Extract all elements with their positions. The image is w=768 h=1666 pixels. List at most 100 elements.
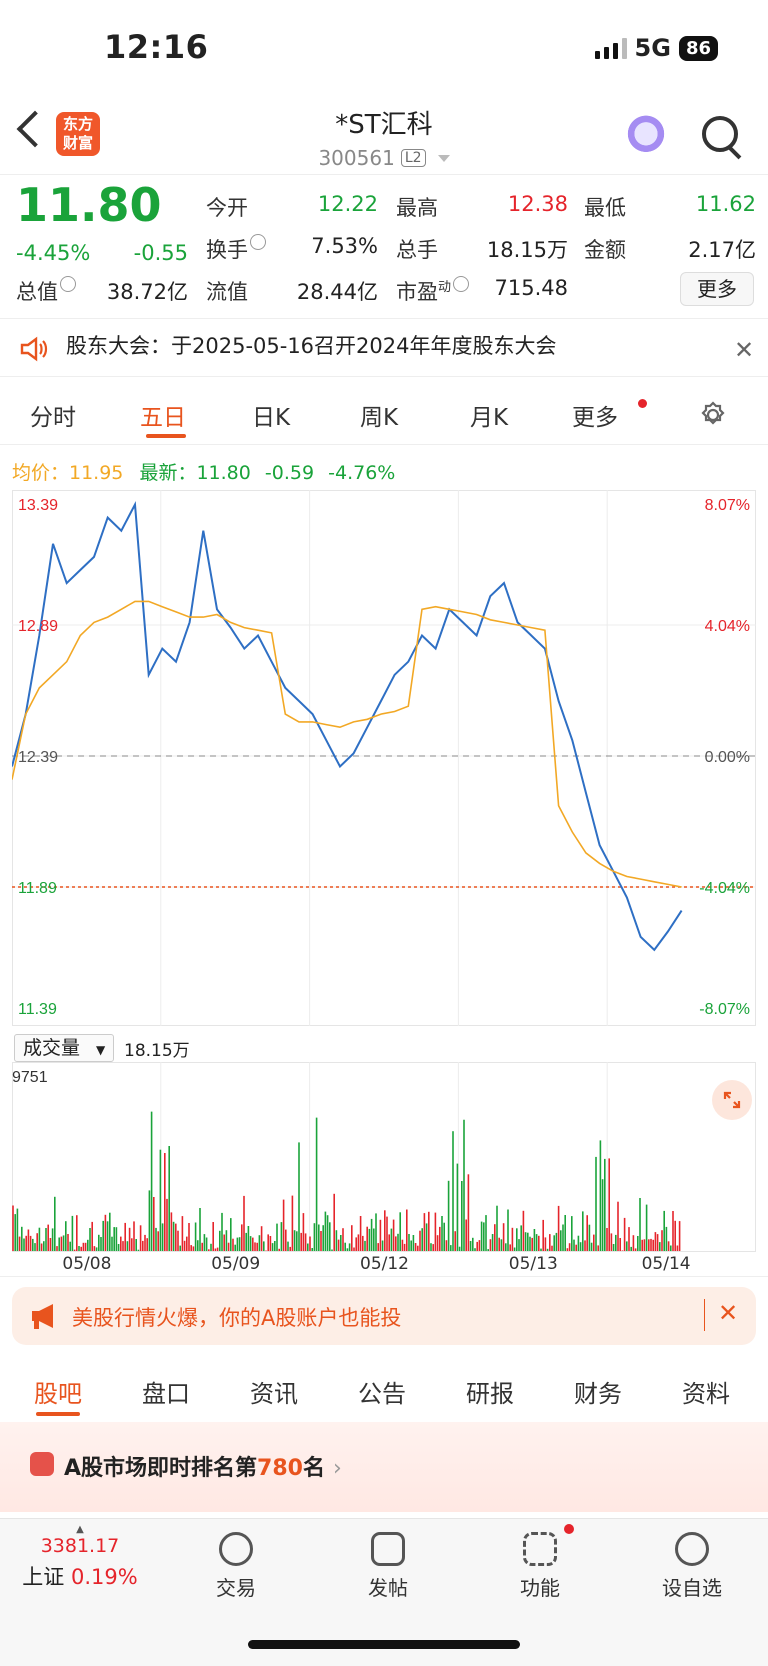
tab-minute[interactable]: 分时 bbox=[30, 398, 76, 432]
tab-guba[interactable]: 股吧 bbox=[34, 1374, 82, 1409]
date-tick: 05/08 bbox=[62, 1254, 112, 1274]
chevron-down-icon[interactable] bbox=[437, 154, 450, 162]
mktcap-label-text: 总值 bbox=[16, 280, 58, 304]
volume-selector[interactable]: 成交量 ▼ bbox=[14, 1034, 115, 1062]
tab-more[interactable]: 更多 bbox=[572, 398, 618, 432]
stock-code: 300561 bbox=[318, 146, 395, 170]
tab-research[interactable]: 研报 bbox=[466, 1374, 514, 1409]
tab-pankou[interactable]: 盘口 bbox=[142, 1374, 190, 1409]
tabbar-trade[interactable]: 交易 bbox=[186, 1532, 286, 1601]
ranking-banner[interactable]: A股市场即时排名第780名 › bbox=[0, 1422, 768, 1512]
megaphone-icon bbox=[28, 1301, 62, 1331]
date-tick: 05/14 bbox=[641, 1254, 691, 1274]
amount-label: 金额 bbox=[584, 238, 626, 262]
edit-icon bbox=[371, 1532, 405, 1566]
info-icon[interactable] bbox=[250, 234, 266, 250]
volume-selector-label: 成交量 bbox=[23, 1037, 81, 1059]
active-tab-indicator bbox=[146, 434, 186, 438]
change-pct: -4.45% bbox=[16, 241, 91, 265]
more-quote-button[interactable]: 更多 bbox=[680, 272, 754, 306]
ranking-prefix: A股市场即时排名第 bbox=[64, 1456, 258, 1481]
chevron-down-icon: ▼ bbox=[96, 1043, 106, 1057]
ranking-text: A股市场即时排名第780名 › bbox=[64, 1450, 342, 1482]
level-badge: L2 bbox=[400, 149, 426, 167]
mktcap-label[interactable]: 总值 bbox=[16, 276, 76, 306]
avg-price-label: 均价：11.95 bbox=[12, 462, 124, 484]
assistant-avatar-icon[interactable] bbox=[624, 114, 668, 158]
y-left-tick: 12.89 bbox=[18, 618, 58, 635]
promo-text: 美股行情火爆，你的A股账户也能投 bbox=[72, 1306, 402, 1330]
grid-icon bbox=[523, 1532, 557, 1566]
tab-finance[interactable]: 财务 bbox=[574, 1374, 622, 1409]
latest-price-label: 最新：11.80 bbox=[139, 462, 251, 484]
index-name: 上证 bbox=[22, 1565, 65, 1589]
latest-change: -0.59 bbox=[264, 462, 315, 484]
tab-five-day[interactable]: 五日 bbox=[140, 398, 186, 432]
gear-icon[interactable] bbox=[698, 400, 728, 430]
more-dots-icon bbox=[675, 1532, 709, 1566]
pe-value: 715.48 bbox=[494, 276, 568, 300]
float-label: 流值 bbox=[206, 280, 248, 304]
network-type: 5G bbox=[634, 34, 671, 62]
notice-text[interactable]: 股东大会：于2025-05-16召开2024年年度股东大会 bbox=[66, 330, 556, 360]
current-price: 11.80 bbox=[16, 178, 162, 232]
pe-sup: 动 bbox=[438, 280, 452, 295]
battery-icon: 86 bbox=[678, 35, 718, 61]
high-label: 最高 bbox=[396, 196, 438, 220]
tab-announcements[interactable]: 公告 bbox=[358, 1374, 406, 1409]
turnover-label[interactable]: 换手 bbox=[206, 234, 266, 264]
speaker-icon bbox=[18, 334, 48, 364]
status-time: 12:16 bbox=[104, 28, 209, 66]
pe-label-text: 市盈 bbox=[396, 280, 438, 304]
series-line-avg bbox=[11, 600, 682, 888]
date-tick: 05/13 bbox=[508, 1254, 558, 1274]
index-ticker[interactable]: ▲ 3381.17 上证 0.19% bbox=[20, 1524, 140, 1591]
tabbar-post-label: 发帖 bbox=[368, 1576, 408, 1600]
tab-monthly-k[interactable]: 月K bbox=[470, 398, 508, 432]
price-chart[interactable]: 13.39 12.89 12.39 11.89 11.39 8.07% 4.04% 0.00%… bbox=[11, 490, 756, 1026]
tabbar-post[interactable]: 发帖 bbox=[338, 1532, 438, 1601]
chart-legend: 均价：11.95 最新：11.80 -0.59 -4.76% bbox=[12, 458, 395, 485]
promo-banner[interactable]: 美股行情火爆，你的A股账户也能投 ✕ bbox=[12, 1287, 756, 1345]
tabs-divider bbox=[0, 444, 768, 445]
promo-separator bbox=[704, 1299, 705, 1331]
tab-profile[interactable]: 资料 bbox=[682, 1374, 730, 1409]
y-right-tick: 8.07% bbox=[705, 497, 750, 514]
content-tab-indicator bbox=[36, 1412, 80, 1416]
date-tick: 05/12 bbox=[360, 1254, 409, 1274]
info-icon[interactable] bbox=[60, 276, 76, 292]
search-icon[interactable] bbox=[702, 116, 738, 152]
volume-total: 18.15万 bbox=[124, 1041, 190, 1061]
volume-label: 总手 bbox=[396, 238, 438, 262]
low-value: 11.62 bbox=[695, 192, 756, 216]
y-right-tick: -8.07% bbox=[699, 1001, 750, 1018]
tabbar-functions[interactable]: 功能 bbox=[490, 1532, 590, 1601]
home-indicator bbox=[248, 1640, 520, 1649]
header-divider bbox=[0, 174, 768, 175]
tab-daily-k[interactable]: 日K bbox=[252, 398, 290, 432]
low-label: 最低 bbox=[584, 196, 626, 220]
close-icon[interactable]: ✕ bbox=[734, 336, 754, 364]
ranking-suffix: 名 bbox=[302, 1456, 325, 1481]
y-right-tick: 4.04% bbox=[705, 618, 750, 635]
ranking-number: 780 bbox=[257, 1456, 303, 1481]
tabbar-watchlist[interactable]: 设自选 bbox=[642, 1532, 742, 1601]
mktcap-value: 38.72亿 bbox=[106, 280, 188, 304]
tab-weekly-k[interactable]: 周K bbox=[360, 398, 398, 432]
amount-value: 2.17亿 bbox=[688, 238, 756, 262]
info-icon[interactable] bbox=[453, 276, 470, 292]
close-icon[interactable]: ✕ bbox=[718, 1299, 738, 1327]
pe-label[interactable]: 市盈动 bbox=[396, 276, 470, 306]
yen-icon bbox=[219, 1532, 253, 1566]
expand-icon[interactable] bbox=[712, 1080, 752, 1120]
y-right-tick: -4.04% bbox=[699, 880, 750, 897]
new-dot bbox=[638, 399, 647, 408]
date-tick: 05/09 bbox=[211, 1254, 261, 1274]
index-pct: 0.19% bbox=[70, 1565, 138, 1589]
tab-news[interactable]: 资讯 bbox=[250, 1374, 298, 1409]
y-left-tick: 12.39 bbox=[18, 749, 58, 766]
volume-chart[interactable]: 9751 bbox=[12, 1062, 756, 1252]
chart-frame bbox=[12, 490, 756, 1026]
change-value: -0.55 bbox=[133, 241, 188, 265]
y-left-tick: 11.89 bbox=[18, 880, 57, 897]
